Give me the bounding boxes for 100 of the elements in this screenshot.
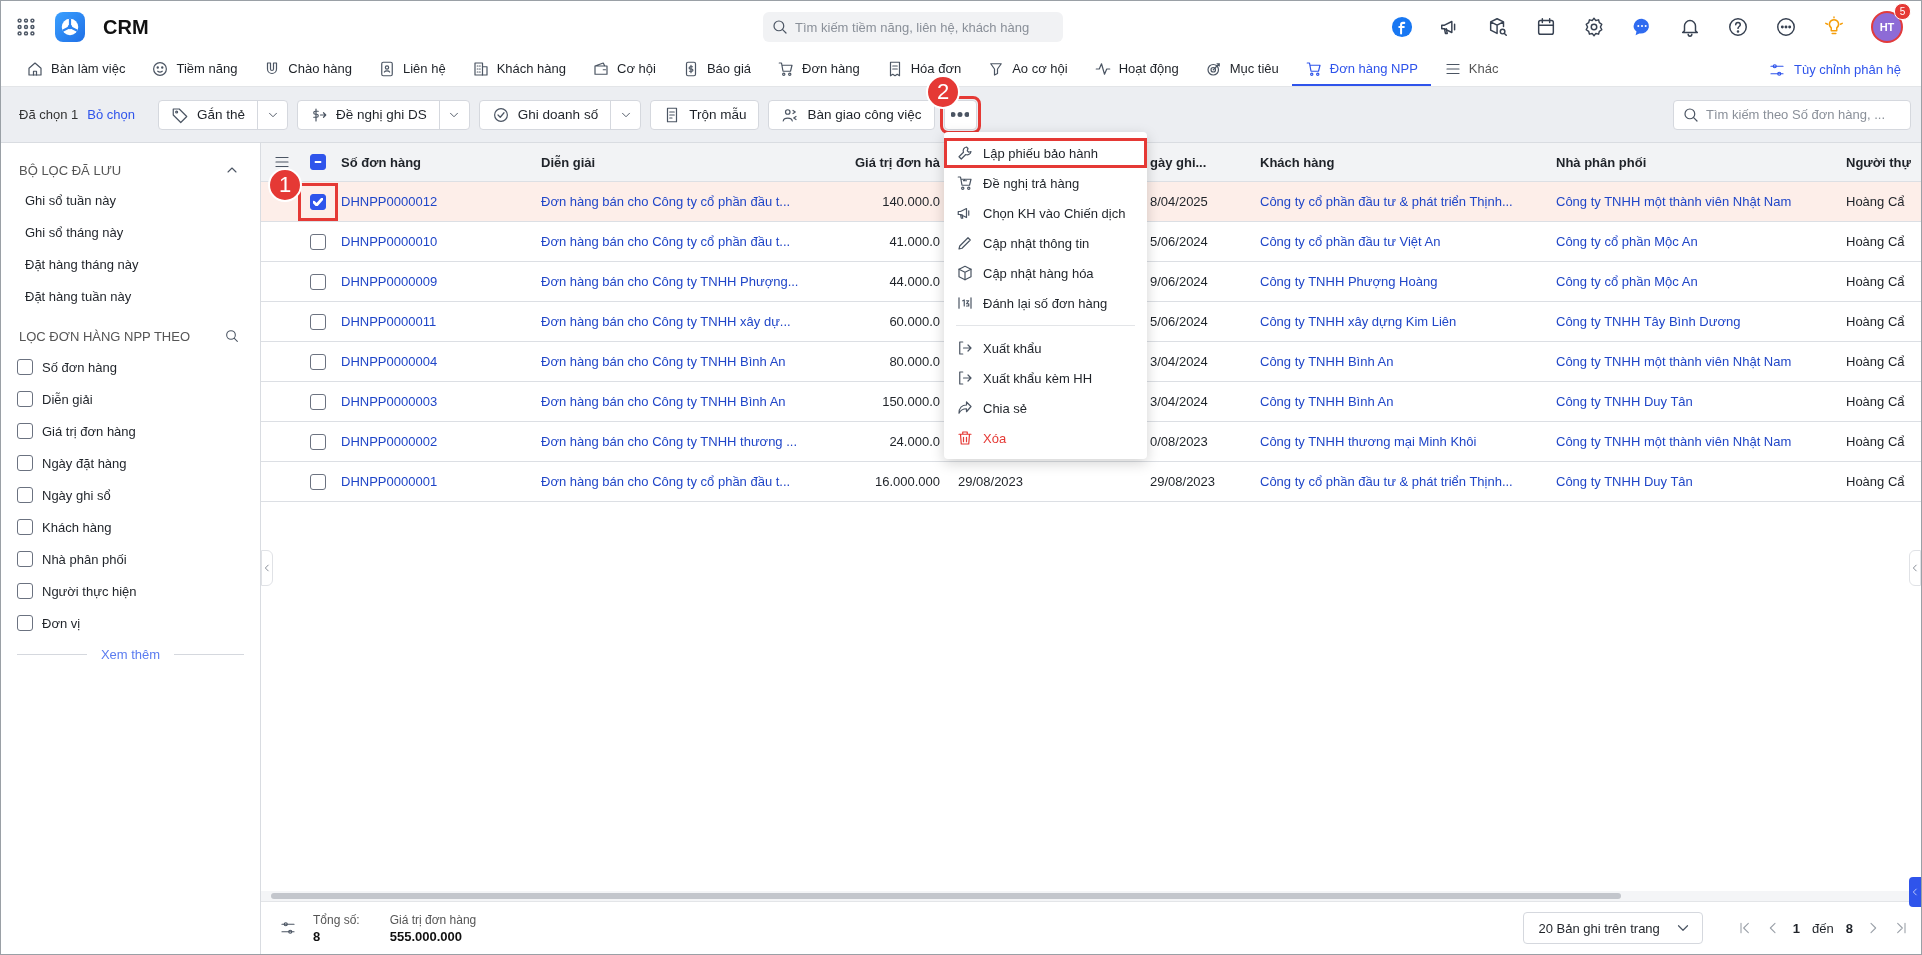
table-link[interactable]: Đơn hàng bán cho Công ty TNHH thương ...: [533, 434, 830, 449]
table-link[interactable]: Công ty TNHH một thành viên Nhật Nam: [1548, 194, 1838, 209]
collapse-handle[interactable]: [261, 550, 273, 586]
help-icon[interactable]: [1727, 16, 1749, 38]
menu-item[interactable]: Chia sẻ: [944, 393, 1147, 423]
filter-checkbox[interactable]: [17, 487, 33, 503]
table-link[interactable]: Đơn hàng bán cho Công ty cổ phần đầu t...: [533, 194, 830, 209]
row-checkbox[interactable]: [309, 233, 326, 250]
saved-filter-item[interactable]: Ghi sổ tuần này: [1, 185, 260, 217]
side-panel-handle[interactable]: [1909, 877, 1921, 907]
table-link[interactable]: Công ty TNHH Bình An: [1252, 394, 1548, 409]
table-link[interactable]: Công ty cổ phần đầu tư & phát triển Thịnh...: [1252, 474, 1548, 489]
module-tab[interactable]: Tiềm năng: [138, 53, 251, 86]
table-link[interactable]: Công ty TNHH Tây Bình Dương: [1548, 314, 1838, 329]
table-link[interactable]: Đơn hàng bán cho Công ty TNHH Bình An: [533, 354, 830, 369]
table-link[interactable]: DHNPP0000009: [333, 274, 533, 289]
table-link[interactable]: Đơn hàng bán cho Công ty cổ phần đầu t...: [533, 474, 830, 489]
expand-handle[interactable]: [1909, 550, 1921, 586]
table-link[interactable]: Công ty TNHH một thành viên Nhật Nam: [1548, 434, 1838, 449]
scrollbar-thumb[interactable]: [271, 893, 1621, 899]
table-link[interactable]: DHNPP0000002: [333, 434, 533, 449]
search-icon[interactable]: [224, 328, 240, 344]
row-checkbox[interactable]: [309, 193, 326, 210]
table-link[interactable]: DHNPP0000001: [333, 474, 533, 489]
menu-item[interactable]: Chọn KH vào Chiến dịch: [944, 198, 1147, 228]
menu-item[interactable]: Cập nhật thông tin: [944, 228, 1147, 258]
row-checkbox[interactable]: [309, 473, 326, 490]
menu-item[interactable]: Xuất khẩu: [944, 333, 1147, 363]
row-checkbox[interactable]: [309, 433, 326, 450]
table-link[interactable]: Công ty cổ phần Mộc An: [1548, 274, 1838, 289]
table-link[interactable]: Đơn hàng bán cho Công ty TNHH xây dự...: [533, 314, 830, 329]
page-size-dropdown[interactable]: 20 Bản ghi trên trang: [1523, 912, 1703, 944]
clear-selection-link[interactable]: Bỏ chọn: [87, 107, 135, 122]
column-header[interactable]: Nhà phân phối: [1548, 154, 1838, 170]
select-all-checkbox[interactable]: [309, 154, 326, 170]
table-link[interactable]: Công ty cổ phần Mộc An: [1548, 234, 1838, 249]
more-icon[interactable]: [1775, 16, 1797, 38]
table-link[interactable]: DHNPP0000012: [333, 194, 533, 209]
menu-item[interactable]: Xóa: [944, 423, 1147, 453]
module-tab[interactable]: Báo giá: [668, 53, 764, 86]
module-tab[interactable]: Bàn làm việc: [13, 53, 139, 86]
module-tab[interactable]: Hoạt động: [1080, 53, 1192, 86]
module-tab[interactable]: Ao cơ hội: [974, 53, 1081, 86]
show-more-link[interactable]: Xem thêm: [100, 647, 161, 662]
table-link[interactable]: Công ty TNHH Phượng Hoàng: [1252, 274, 1548, 289]
app-grid-icon[interactable]: [15, 16, 37, 38]
table-link[interactable]: Công ty cổ phần đầu tư & phát triển Thịnh...: [1252, 194, 1548, 209]
table-link[interactable]: Đơn hàng bán cho Công ty cổ phần đầu t...: [533, 234, 830, 249]
saved-filter-item[interactable]: Đặt hàng tuần này: [1, 281, 260, 313]
action-button[interactable]: Bàn giao công việc: [768, 99, 935, 130]
customize-link[interactable]: Tùy chỉnh phân hệ: [1762, 53, 1907, 86]
table-link[interactable]: Công ty TNHH Duy Tân: [1548, 474, 1838, 489]
menu-item[interactable]: Xuất khẩu kèm HH: [944, 363, 1147, 393]
table-link[interactable]: Công ty TNHH xây dựng Kim Liên: [1252, 314, 1548, 329]
filter-checkbox[interactable]: [17, 583, 33, 599]
action-button[interactable]: Đề nghị ghi DS: [298, 100, 439, 129]
row-checkbox[interactable]: [309, 313, 326, 330]
module-tab[interactable]: Đơn hàng: [764, 53, 873, 86]
column-header[interactable]: Số đơn hàng: [333, 154, 533, 170]
row-checkbox[interactable]: [309, 273, 326, 290]
table-link[interactable]: Công ty cổ phần đầu tư Việt An: [1252, 234, 1548, 249]
row-checkbox[interactable]: [309, 353, 326, 370]
table-link[interactable]: Công ty TNHH một thành viên Nhật Nam: [1548, 354, 1838, 369]
module-tab[interactable]: Liên hệ: [365, 53, 459, 86]
table-link[interactable]: DHNPP0000003: [333, 394, 533, 409]
filter-checkbox[interactable]: [17, 455, 33, 471]
column-header[interactable]: Người thự: [1838, 154, 1921, 170]
column-header[interactable]: Diễn giải: [533, 154, 830, 170]
table-link[interactable]: Công ty TNHH thương mại Minh Khôi: [1252, 434, 1548, 449]
column-header[interactable]: Khách hàng: [1252, 154, 1548, 170]
menu-item[interactable]: Đề nghị trả hàng: [944, 168, 1147, 198]
menu-item[interactable]: Lập phiếu bảo hành: [944, 138, 1147, 168]
table-link[interactable]: Công ty TNHH Duy Tân: [1548, 394, 1838, 409]
table-link[interactable]: DHNPP0000011: [333, 314, 533, 329]
table-link[interactable]: Đơn hàng bán cho Công ty TNHH Phượng...: [533, 274, 830, 289]
module-tab[interactable]: Khách hàng: [458, 53, 580, 86]
table-link[interactable]: Đơn hàng bán cho Công ty TNHH Bình An: [533, 394, 830, 409]
box-search-icon[interactable]: [1487, 16, 1509, 38]
table-link[interactable]: Công ty TNHH Bình An: [1252, 354, 1548, 369]
filter-checkbox[interactable]: [17, 423, 33, 439]
calendar-icon[interactable]: [1535, 16, 1557, 38]
saved-filter-item[interactable]: Đặt hàng tháng này: [1, 249, 260, 281]
filter-checkbox[interactable]: [17, 615, 33, 631]
menu-item[interactable]: Cập nhật hàng hóa: [944, 258, 1147, 288]
facebook-icon[interactable]: [1391, 16, 1413, 38]
row-checkbox[interactable]: [309, 393, 326, 410]
sliders-icon[interactable]: [279, 919, 297, 937]
action-button[interactable]: Trộn mẫu: [650, 99, 760, 130]
action-button[interactable]: Ghi doanh số: [479, 100, 611, 129]
menu-item[interactable]: Đánh lại số đơn hàng: [944, 288, 1147, 318]
table-link[interactable]: DHNPP0000010: [333, 234, 533, 249]
module-tab[interactable]: Mục tiêu: [1191, 53, 1292, 86]
filter-checkbox[interactable]: [17, 359, 33, 375]
module-tab[interactable]: Khác: [1430, 53, 1512, 86]
filter-checkbox[interactable]: [17, 519, 33, 535]
filter-checkbox[interactable]: [17, 391, 33, 407]
module-tab[interactable]: Chào hàng: [250, 53, 365, 86]
saved-filter-item[interactable]: Ghi sổ tháng này: [1, 217, 260, 249]
action-button[interactable]: Gắn thẻ: [158, 100, 257, 129]
module-tab[interactable]: Cơ hội: [579, 53, 669, 86]
